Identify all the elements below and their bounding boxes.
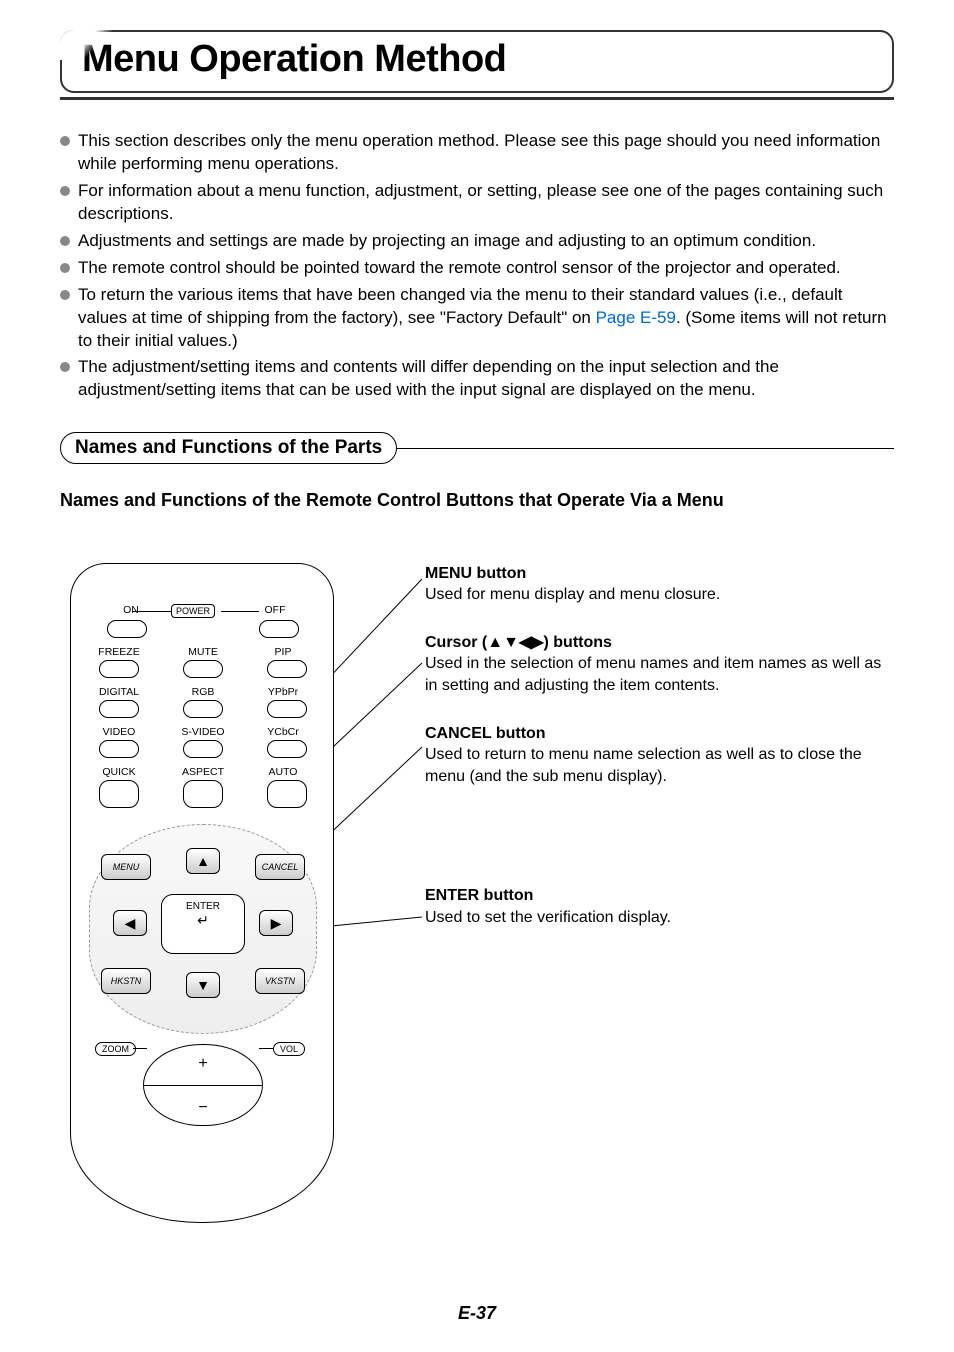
aspect-button[interactable]	[183, 780, 223, 808]
remote-diagram: ON POWER OFF FREEZE MUTE PIP DIGITAL RGB…	[60, 563, 370, 1223]
bullet-item: The adjustment/setting items and content…	[60, 356, 894, 402]
diagram: ON POWER OFF FREEZE MUTE PIP DIGITAL RGB…	[60, 563, 894, 1223]
bullet-item: To return the various items that have be…	[60, 284, 894, 353]
off-button[interactable]	[259, 620, 299, 638]
callouts: MENU button Used for menu display and me…	[370, 563, 894, 955]
bullet-icon	[60, 263, 70, 273]
minus-icon: −	[144, 1099, 262, 1117]
digital-button[interactable]	[99, 700, 139, 718]
callout-title: CANCEL button	[425, 723, 894, 745]
pip-button[interactable]	[267, 660, 307, 678]
video-button[interactable]	[99, 740, 139, 758]
bullet-text: Adjustments and settings are made by pro…	[78, 230, 894, 253]
mute-button[interactable]	[183, 660, 223, 678]
enter-label: ENTER	[186, 901, 220, 912]
enter-button[interactable]: ENTER ↵	[161, 894, 245, 954]
page-title: Menu Operation Method	[82, 38, 872, 81]
cursor-down-button[interactable]: ▼	[186, 972, 220, 998]
line	[259, 1048, 273, 1049]
label-pip: PIP	[255, 646, 311, 658]
intro-bullets: This section describes only the menu ope…	[60, 130, 894, 402]
auto-button[interactable]	[267, 780, 307, 808]
bullet-item: This section describes only the menu ope…	[60, 130, 894, 176]
sub-heading: Names and Functions of the Remote Contro…	[60, 489, 894, 512]
label-mute: MUTE	[175, 646, 231, 658]
quick-button[interactable]	[99, 780, 139, 808]
callout-title: MENU button	[425, 563, 894, 585]
page-link[interactable]: Page E-59	[596, 308, 676, 327]
label-quick: QUICK	[91, 766, 147, 778]
bullet-icon	[60, 290, 70, 300]
label-svideo: S-VIDEO	[175, 726, 231, 738]
callout-desc: Used in the selection of menu names and …	[425, 653, 894, 696]
bullet-icon	[60, 362, 70, 372]
line	[133, 1048, 147, 1049]
label-aspect: ASPECT	[175, 766, 231, 778]
callout-desc: Used for menu display and menu closure.	[425, 584, 894, 606]
bullet-text: This section describes only the menu ope…	[78, 130, 894, 176]
callout-cancel: CANCEL button Used to return to menu nam…	[425, 723, 894, 788]
zoom-vol-rocker[interactable]: + −	[143, 1044, 263, 1126]
ycbcr-button[interactable]	[267, 740, 307, 758]
page-number: E-37	[0, 1303, 954, 1324]
label-on: ON	[103, 604, 159, 616]
bullet-text: For information about a menu function, a…	[78, 180, 894, 226]
ypbpr-button[interactable]	[267, 700, 307, 718]
label-freeze: FREEZE	[91, 646, 147, 658]
menu-button[interactable]: MENU	[101, 854, 151, 880]
label-power: POWER	[171, 604, 215, 618]
callout-desc: Used to set the verification display.	[425, 907, 894, 929]
section-header-title: Names and Functions of the Parts	[60, 432, 397, 464]
rgb-button[interactable]	[183, 700, 223, 718]
cursor-up-button[interactable]: ▲	[186, 848, 220, 874]
bullet-item: The remote control should be pointed tow…	[60, 257, 894, 280]
callout-desc: Used to return to menu name selection as…	[425, 744, 894, 787]
label-ycbcr: YCbCr	[255, 726, 311, 738]
callout-cursor: Cursor (▲▼◀▶) buttons Used in the select…	[425, 632, 894, 697]
page-title-box: Menu Operation Method	[60, 30, 894, 93]
svideo-button[interactable]	[183, 740, 223, 758]
rocker-divider	[144, 1085, 262, 1086]
label-digital: DIGITAL	[91, 686, 147, 698]
callout-title: Cursor (▲▼◀▶) buttons	[425, 632, 894, 654]
section-header: Names and Functions of the Parts	[60, 432, 894, 464]
label-rgb: RGB	[175, 686, 231, 698]
label-ypbpr: YPbPr	[255, 686, 311, 698]
remote-outline: ON POWER OFF FREEZE MUTE PIP DIGITAL RGB…	[70, 563, 334, 1223]
bullet-icon	[60, 186, 70, 196]
bullet-icon	[60, 136, 70, 146]
bullet-item: For information about a menu function, a…	[60, 180, 894, 226]
bullet-item: Adjustments and settings are made by pro…	[60, 230, 894, 253]
bullet-text: To return the various items that have be…	[78, 284, 894, 353]
label-video: VIDEO	[91, 726, 147, 738]
line	[133, 611, 171, 612]
label-vol: VOL	[273, 1042, 305, 1056]
bullet-icon	[60, 236, 70, 246]
label-auto: AUTO	[255, 766, 311, 778]
section-header-line	[396, 448, 894, 450]
plus-icon: +	[144, 1055, 262, 1073]
bullet-text: The remote control should be pointed tow…	[78, 257, 894, 280]
enter-arrow-icon: ↵	[197, 912, 209, 928]
callout-menu: MENU button Used for menu display and me…	[425, 563, 894, 606]
on-button[interactable]	[107, 620, 147, 638]
cursor-left-button[interactable]: ◀	[113, 910, 147, 936]
bullet-text: The adjustment/setting items and content…	[78, 356, 894, 402]
label-zoom: ZOOM	[95, 1042, 136, 1056]
callout-title: ENTER button	[425, 885, 894, 907]
hkstn-button[interactable]: HKSTN	[101, 968, 151, 994]
title-underline	[60, 97, 894, 100]
freeze-button[interactable]	[99, 660, 139, 678]
cancel-button[interactable]: CANCEL	[255, 854, 305, 880]
cursor-right-button[interactable]: ▶	[259, 910, 293, 936]
label-off: OFF	[247, 604, 303, 616]
vkstn-button[interactable]: VKSTN	[255, 968, 305, 994]
callout-enter: ENTER button Used to set the verificatio…	[425, 885, 894, 928]
